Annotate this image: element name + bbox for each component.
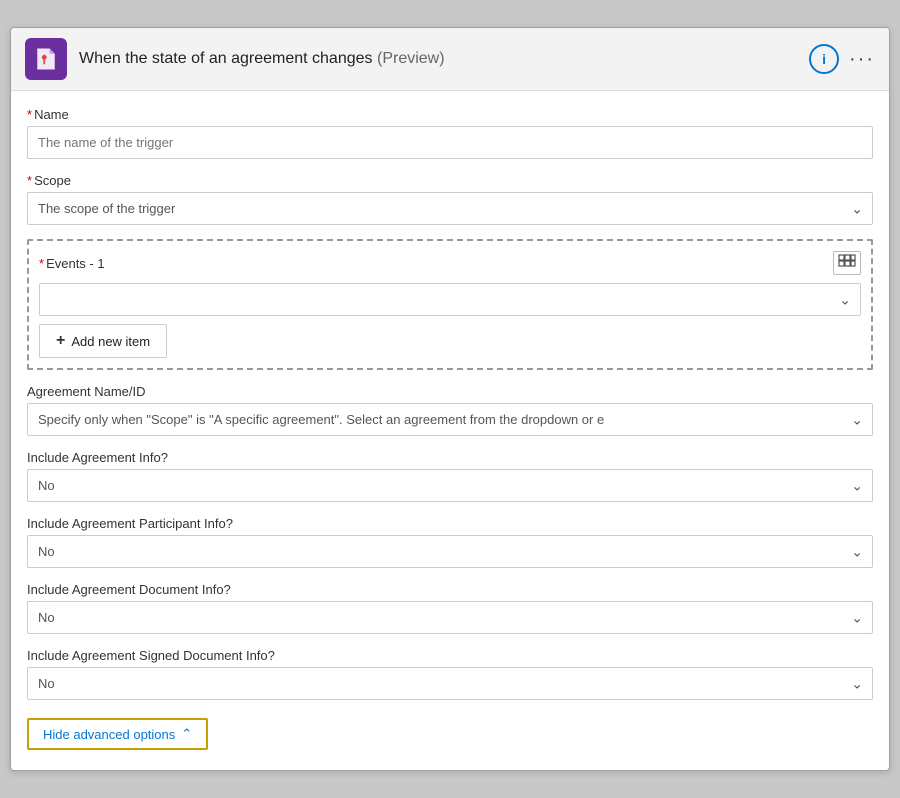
events-section: * Events - 1 xyxy=(27,239,873,370)
include-participant-info-select[interactable]: No Yes xyxy=(27,535,873,568)
header-title: When the state of an agreement changes (… xyxy=(79,50,797,68)
name-label: * Name xyxy=(27,107,873,122)
events-label-text: Events - 1 xyxy=(46,256,105,271)
scope-field-group: * Scope The scope of the trigger ⌄ xyxy=(27,173,873,225)
chevron-up-icon: ⌃ xyxy=(181,726,192,742)
include-signed-document-info-group: Include Agreement Signed Document Info? … xyxy=(27,648,873,700)
card-header: When the state of an agreement changes (… xyxy=(11,28,889,91)
include-agreement-info-select[interactable]: No Yes xyxy=(27,469,873,502)
events-select-wrapper: ⌄ xyxy=(39,283,861,316)
add-item-label: Add new item xyxy=(71,334,150,349)
events-select-row: ⌄ xyxy=(39,283,861,316)
include-document-info-wrapper: No Yes ⌄ xyxy=(27,601,873,634)
trigger-card: When the state of an agreement changes (… xyxy=(10,27,890,771)
hide-advanced-button[interactable]: Hide advanced options ⌃ xyxy=(27,718,208,750)
plus-icon: + xyxy=(56,332,65,350)
events-icon-button[interactable] xyxy=(833,251,861,275)
card-body: * Name * Scope The scope of the trigger … xyxy=(11,91,889,770)
include-signed-document-info-label-text: Include Agreement Signed Document Info? xyxy=(27,648,275,663)
include-agreement-info-label: Include Agreement Info? xyxy=(27,450,873,465)
agreement-name-label: Agreement Name/ID xyxy=(27,384,873,399)
include-participant-info-label: Include Agreement Participant Info? xyxy=(27,516,873,531)
more-options-button[interactable]: ··· xyxy=(849,48,875,71)
name-input[interactable] xyxy=(27,126,873,159)
include-document-info-select[interactable]: No Yes xyxy=(27,601,873,634)
scope-label: * Scope xyxy=(27,173,873,188)
scope-select-wrapper: The scope of the trigger ⌄ xyxy=(27,192,873,225)
include-participant-info-wrapper: No Yes ⌄ xyxy=(27,535,873,568)
events-header: * Events - 1 xyxy=(39,251,861,275)
include-document-info-label-text: Include Agreement Document Info? xyxy=(27,582,231,597)
name-label-text: Name xyxy=(34,107,69,122)
include-participant-info-label-text: Include Agreement Participant Info? xyxy=(27,516,233,531)
include-signed-document-info-select[interactable]: No Yes xyxy=(27,667,873,700)
agreement-name-label-text: Agreement Name/ID xyxy=(27,384,146,399)
include-agreement-info-group: Include Agreement Info? No Yes ⌄ xyxy=(27,450,873,502)
events-required-star: * xyxy=(39,256,44,271)
agreement-name-select-wrapper: Specify only when "Scope" is "A specific… xyxy=(27,403,873,436)
include-signed-document-info-wrapper: No Yes ⌄ xyxy=(27,667,873,700)
grid-icon xyxy=(838,254,856,272)
hide-advanced-label: Hide advanced options xyxy=(43,727,175,742)
scope-select[interactable]: The scope of the trigger xyxy=(27,192,873,225)
scope-label-text: Scope xyxy=(34,173,71,188)
name-field-group: * Name xyxy=(27,107,873,159)
include-agreement-info-label-text: Include Agreement Info? xyxy=(27,450,168,465)
events-select[interactable] xyxy=(39,283,861,316)
info-button[interactable]: i xyxy=(809,44,839,74)
agreement-name-field-group: Agreement Name/ID Specify only when "Sco… xyxy=(27,384,873,436)
include-document-info-label: Include Agreement Document Info? xyxy=(27,582,873,597)
agreement-name-select[interactable]: Specify only when "Scope" is "A specific… xyxy=(27,403,873,436)
name-required-star: * xyxy=(27,107,32,122)
preview-label: (Preview) xyxy=(377,50,445,67)
include-participant-info-group: Include Agreement Participant Info? No Y… xyxy=(27,516,873,568)
include-signed-document-info-label: Include Agreement Signed Document Info? xyxy=(27,648,873,663)
add-new-item-button[interactable]: + Add new item xyxy=(39,324,167,358)
include-agreement-info-wrapper: No Yes ⌄ xyxy=(27,469,873,502)
events-label: * Events - 1 xyxy=(39,256,105,271)
app-logo xyxy=(25,38,67,80)
header-actions: i ··· xyxy=(809,44,875,74)
include-document-info-group: Include Agreement Document Info? No Yes … xyxy=(27,582,873,634)
title-text: When the state of an agreement changes xyxy=(79,50,373,67)
scope-required-star: * xyxy=(27,173,32,188)
